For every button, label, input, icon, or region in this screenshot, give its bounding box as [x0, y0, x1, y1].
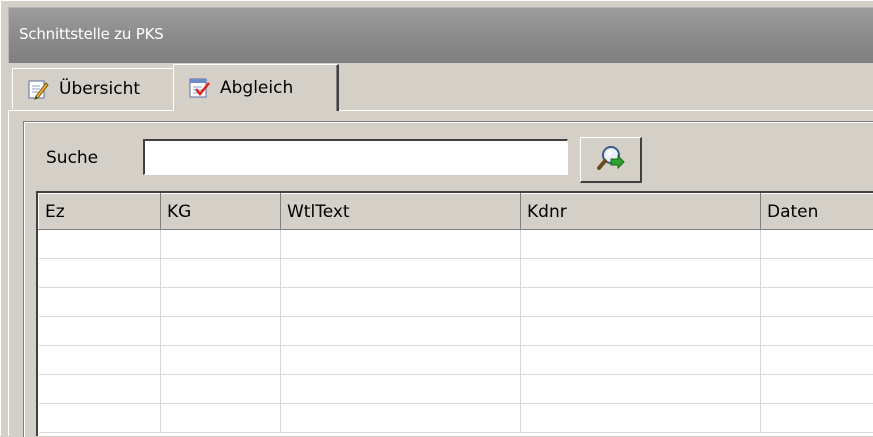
table-cell[interactable]	[281, 259, 521, 288]
column-header-daten[interactable]: Daten	[761, 194, 873, 230]
table-cell[interactable]	[161, 346, 281, 375]
table-cell[interactable]	[761, 317, 873, 346]
table-cell[interactable]	[761, 346, 873, 375]
results-table: Ez KG WtlText Kdnr Daten	[38, 193, 873, 433]
table-cell[interactable]	[761, 230, 873, 259]
table-cell[interactable]	[39, 259, 161, 288]
table-cell[interactable]	[39, 288, 161, 317]
table-cell[interactable]	[281, 288, 521, 317]
table-cell[interactable]	[161, 288, 281, 317]
table-header-row: Ez KG WtlText Kdnr Daten	[39, 194, 873, 230]
window-title: Schnittstelle zu PKS	[19, 25, 164, 43]
table-row[interactable]	[39, 317, 873, 346]
table-cell[interactable]	[281, 404, 521, 433]
table-cell[interactable]	[39, 375, 161, 404]
table-body	[39, 230, 873, 433]
tab-abgleich-label: Abgleich	[220, 78, 293, 98]
table-cell[interactable]	[761, 404, 873, 433]
tab-abgleich[interactable]: Abgleich	[173, 64, 339, 111]
table-cell[interactable]	[281, 375, 521, 404]
table-row[interactable]	[39, 375, 873, 404]
table-cell[interactable]	[39, 404, 161, 433]
table-cell[interactable]	[521, 259, 761, 288]
table-cell[interactable]	[521, 375, 761, 404]
tab-uebersicht[interactable]: Übersicht	[12, 68, 173, 109]
column-header-wtltext[interactable]: WtlText	[281, 194, 521, 230]
search-input[interactable]	[143, 139, 568, 175]
search-button[interactable]	[580, 137, 642, 183]
tab-uebersicht-label: Übersicht	[59, 79, 140, 99]
table-cell[interactable]	[521, 404, 761, 433]
table-cell[interactable]	[281, 230, 521, 259]
table-cell[interactable]	[761, 259, 873, 288]
table-cell[interactable]	[161, 259, 281, 288]
table-cell[interactable]	[161, 375, 281, 404]
table-cell[interactable]	[39, 230, 161, 259]
table-cell[interactable]	[521, 288, 761, 317]
table-cell[interactable]	[39, 317, 161, 346]
table-cell[interactable]	[161, 404, 281, 433]
table-cell[interactable]	[281, 346, 521, 375]
table-cell[interactable]	[521, 346, 761, 375]
column-header-kdnr[interactable]: Kdnr	[521, 194, 761, 230]
results-grid[interactable]: Ez KG WtlText Kdnr Daten	[36, 191, 873, 436]
tab-strip: Übersicht Abgleich	[8, 64, 873, 112]
table-row[interactable]	[39, 288, 873, 317]
table-row[interactable]	[39, 404, 873, 433]
checklist-icon	[188, 77, 210, 99]
table-row[interactable]	[39, 346, 873, 375]
title-bar: Schnittstelle zu PKS	[8, 7, 873, 63]
search-label: Suche	[46, 148, 98, 168]
table-cell[interactable]	[521, 317, 761, 346]
search-go-icon	[596, 143, 626, 177]
table-cell[interactable]	[761, 375, 873, 404]
table-cell[interactable]	[161, 317, 281, 346]
table-cell[interactable]	[39, 346, 161, 375]
edit-document-icon	[27, 78, 49, 100]
table-cell[interactable]	[161, 230, 281, 259]
table-row[interactable]	[39, 259, 873, 288]
table-cell[interactable]	[761, 288, 873, 317]
column-header-kg[interactable]: KG	[161, 194, 281, 230]
table-cell[interactable]	[281, 317, 521, 346]
table-row[interactable]	[39, 230, 873, 259]
column-header-ez[interactable]: Ez	[39, 194, 161, 230]
table-cell[interactable]	[521, 230, 761, 259]
